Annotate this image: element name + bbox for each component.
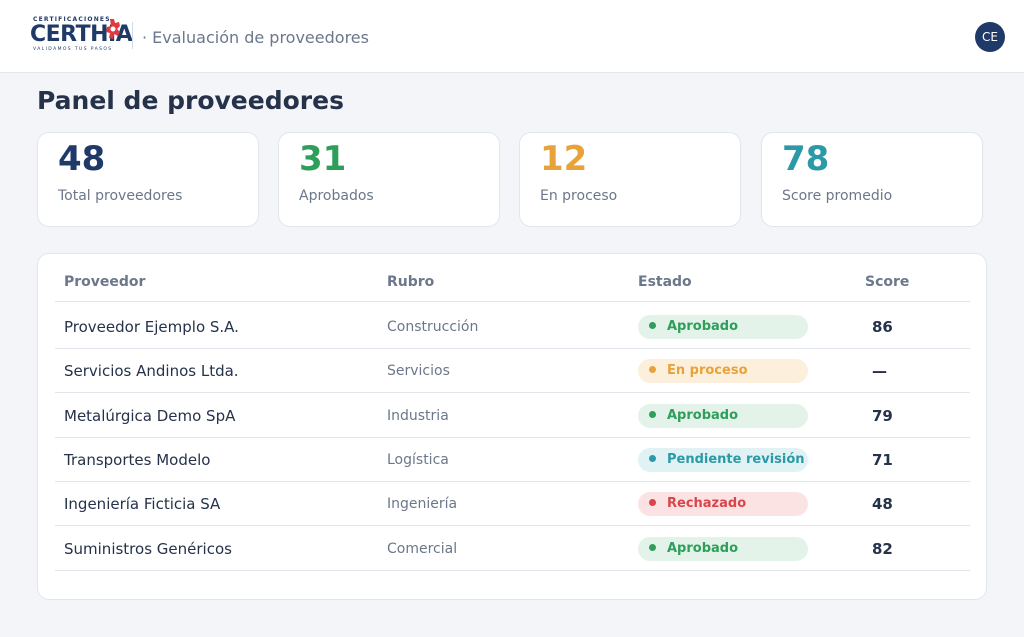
stat-value: 12 — [540, 139, 588, 179]
status-badge: Aprobado — [638, 537, 808, 561]
table-row[interactable]: Proveedor Ejemplo S.A. Construcción Apro… — [38, 305, 988, 349]
suppliers-table: Proveedor Rubro Estado Score Proveedor E… — [37, 253, 987, 600]
stat-value: 48 — [58, 139, 106, 179]
supplier-score: 79 — [872, 407, 893, 425]
user-avatar[interactable]: CE — [975, 22, 1005, 52]
header-divider — [132, 22, 133, 49]
column-header-rubro[interactable]: Rubro — [387, 274, 434, 290]
certhia-logo[interactable]: CERTIFICACIONES CERTHIA VALIDAMOS TUS PA… — [30, 14, 133, 56]
status-label: En proceso — [667, 363, 748, 378]
stat-card-total: 48 Total proveedores — [37, 132, 259, 227]
row-divider — [55, 570, 970, 571]
supplier-rubro: Construcción — [387, 319, 479, 335]
column-header-proveedor[interactable]: Proveedor — [64, 274, 145, 290]
status-dot-icon — [649, 322, 656, 329]
column-header-score[interactable]: Score — [865, 274, 909, 290]
page-title: Panel de proveedores — [37, 86, 344, 115]
supplier-rubro: Comercial — [387, 541, 458, 557]
table-row[interactable]: Metalúrgica Demo SpA Industria Aprobado … — [38, 394, 988, 438]
status-badge: Aprobado — [638, 404, 808, 428]
table-row[interactable]: Ingeniería Ficticia SA Ingeniería Rechaz… — [38, 482, 988, 526]
supplier-name: Servicios Andinos Ltda. — [64, 362, 239, 380]
supplier-name: Ingeniería Ficticia SA — [64, 495, 221, 513]
column-header-estado[interactable]: Estado — [638, 274, 692, 290]
supplier-score: 48 — [872, 495, 893, 513]
row-divider — [55, 525, 970, 526]
header-divider-line — [55, 301, 970, 302]
supplier-rubro: Servicios — [387, 363, 450, 379]
supplier-name: Metalúrgica Demo SpA — [64, 407, 236, 425]
status-dot-icon — [649, 455, 656, 462]
status-label: Rechazado — [667, 496, 747, 511]
status-badge: Aprobado — [638, 315, 808, 339]
logo-tagline: VALIDAMOS TUS PASOS — [33, 47, 113, 52]
table-row[interactable]: Transportes Modelo Logística Pendiente r… — [38, 438, 988, 482]
status-dot-icon — [649, 499, 656, 506]
stat-card-aprobados: 31 Aprobados — [278, 132, 500, 227]
stat-label: Score promedio — [782, 188, 893, 204]
supplier-name: Proveedor Ejemplo S.A. — [64, 318, 239, 336]
gear-icon — [106, 19, 120, 39]
status-badge: Pendiente revisión — [638, 448, 808, 472]
stat-label: En proceso — [540, 188, 618, 204]
supplier-score: 82 — [872, 540, 893, 558]
table-row[interactable]: Suministros Genéricos Comercial Aprobado… — [38, 527, 988, 571]
supplier-name: Transportes Modelo — [64, 451, 211, 469]
status-label: Aprobado — [667, 541, 739, 556]
status-label: Aprobado — [667, 408, 739, 423]
stat-value: 78 — [782, 139, 830, 179]
status-badge: Rechazado — [638, 492, 808, 516]
supplier-rubro: Logística — [387, 452, 449, 468]
status-badge: En proceso — [638, 359, 808, 383]
supplier-score: — — [872, 362, 887, 380]
supplier-rubro: Ingeniería — [387, 496, 458, 512]
supplier-rubro: Industria — [387, 408, 449, 424]
stat-label: Aprobados — [299, 188, 374, 204]
stat-value: 31 — [299, 139, 347, 179]
stat-label: Total proveedores — [58, 188, 183, 204]
status-label: Aprobado — [667, 319, 739, 334]
supplier-name: Suministros Genéricos — [64, 540, 232, 558]
table-row[interactable]: Servicios Andinos Ltda. Servicios En pro… — [38, 349, 988, 393]
supplier-score: 71 — [872, 451, 893, 469]
status-label: Pendiente revisión — [667, 452, 805, 467]
app-title: · Evaluación de proveedores — [142, 28, 369, 47]
top-bar: CERTIFICACIONES CERTHIA VALIDAMOS TUS PA… — [0, 0, 1024, 73]
stat-card-en-proceso: 12 En proceso — [519, 132, 741, 227]
stat-card-score: 78 Score promedio — [761, 132, 983, 227]
supplier-score: 86 — [872, 318, 893, 336]
status-dot-icon — [649, 544, 656, 551]
status-dot-icon — [649, 411, 656, 418]
status-dot-icon — [649, 366, 656, 373]
row-divider — [55, 392, 970, 393]
